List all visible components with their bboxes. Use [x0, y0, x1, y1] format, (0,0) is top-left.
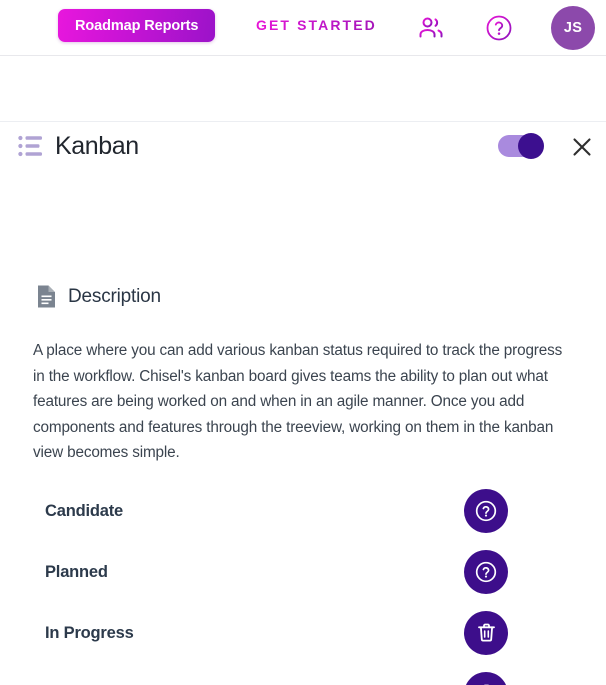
description-text: A place where you can add various kanban…: [33, 342, 563, 461]
status-label: In Progress: [45, 624, 134, 642]
list-icon: [18, 135, 44, 157]
status-row: Planned: [0, 545, 606, 606]
status-info-button[interactable]: [464, 489, 508, 533]
delete-status-button[interactable]: [464, 672, 508, 685]
close-icon[interactable]: [570, 135, 594, 159]
panel-title-bar: Kanban: [0, 56, 606, 160]
toggle-knob: [518, 133, 544, 159]
help-circle-icon: [475, 561, 497, 583]
status-row: Released: [0, 667, 606, 685]
trash-icon: [476, 622, 497, 644]
help-circle-icon: [475, 500, 497, 522]
status-label: Planned: [45, 563, 108, 581]
help-circle-icon[interactable]: [482, 12, 516, 44]
kanban-status-list: Candidate Planned In Progress Released: [0, 484, 606, 685]
roadmap-reports-button[interactable]: Roadmap Reports: [58, 9, 216, 42]
people-icon[interactable]: [414, 12, 448, 44]
delete-status-button[interactable]: [464, 611, 508, 655]
document-icon: [36, 284, 57, 309]
status-label: Candidate: [45, 502, 123, 520]
description-header: Description: [36, 284, 161, 309]
status-info-button[interactable]: [464, 550, 508, 594]
kanban-toggle[interactable]: [498, 133, 544, 159]
status-row: Candidate: [0, 484, 606, 545]
page-title: Kanban: [55, 132, 139, 160]
get-started-link[interactable]: GET STARTED: [256, 17, 377, 33]
status-row: In Progress: [0, 606, 606, 667]
avatar[interactable]: JS: [551, 6, 595, 50]
top-navigation-bar: Roadmap Reports GET STARTED JS: [0, 0, 606, 56]
description-heading: Description: [68, 285, 161, 307]
